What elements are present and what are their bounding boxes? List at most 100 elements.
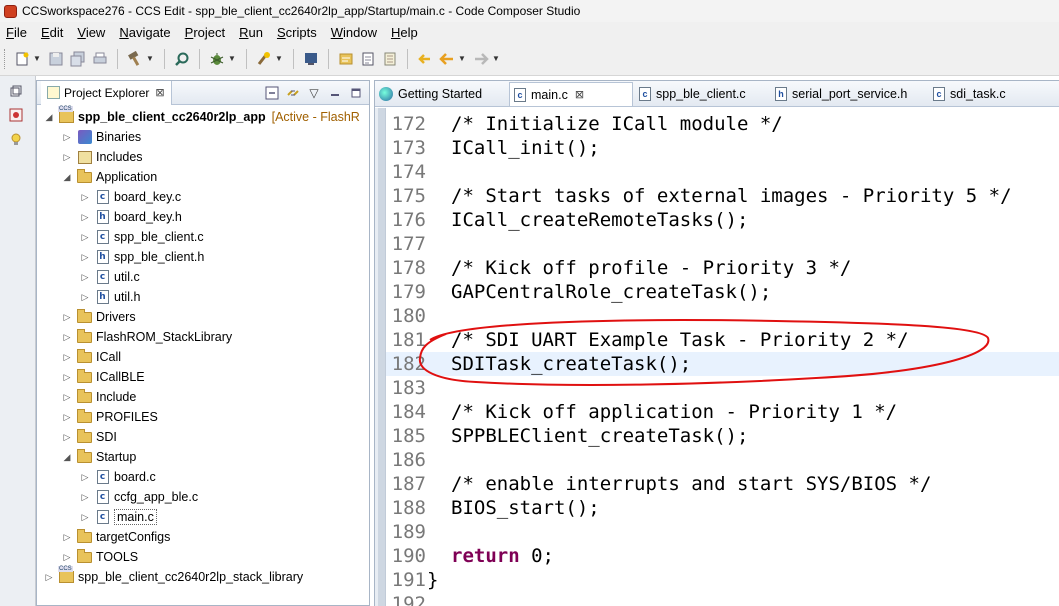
tree-item[interactable]: ▷ targetConfigs [61, 527, 170, 547]
maximize-icon[interactable] [347, 84, 365, 102]
tree-item[interactable]: ▷ c main.c [79, 507, 157, 527]
tree-item[interactable]: ▷ TOOLS [61, 547, 138, 567]
code-line[interactable]: 191} [386, 568, 1059, 592]
code-line[interactable]: 185 SPPBLEClient_createTask(); [386, 424, 1059, 448]
build-dropdown-icon[interactable]: ▼ [146, 54, 154, 63]
tree-item[interactable]: ▷ SDI [61, 427, 117, 447]
collapsed-arrow-icon[interactable]: ▷ [61, 352, 73, 363]
tree-item[interactable]: ▷ c ccfg_app_ble.c [79, 487, 198, 507]
menu-window[interactable]: Window [331, 25, 377, 40]
tree-item[interactable]: ▷ h spp_ble_client.h [79, 247, 204, 267]
code-line[interactable]: 184 /* Kick off application - Priority 1 … [386, 400, 1059, 424]
task-list-icon[interactable] [381, 50, 399, 68]
new-dropdown-icon[interactable]: ▼ [33, 54, 41, 63]
collapsed-arrow-icon[interactable]: ▷ [79, 192, 91, 203]
code-line[interactable]: 178 /* Kick off profile - Priority 3 */ [386, 256, 1059, 280]
close-icon[interactable]: ⊠ [575, 88, 584, 101]
collapsed-arrow-icon[interactable]: ▷ [61, 372, 73, 383]
code-line[interactable]: 174 [386, 160, 1059, 184]
save-icon[interactable] [47, 50, 65, 68]
collapsed-arrow-icon[interactable]: ▷ [61, 532, 73, 543]
tab-project-explorer[interactable]: Project Explorer ⊠ [41, 80, 172, 105]
new-icon[interactable] [13, 50, 31, 68]
collapsed-arrow-icon[interactable]: ▷ [79, 472, 91, 483]
open-resource-icon[interactable] [359, 50, 377, 68]
restore-icon[interactable] [7, 82, 25, 100]
menu-scripts[interactable]: Scripts [277, 25, 317, 40]
code-line[interactable]: 173 ICall_init(); [386, 136, 1059, 160]
code-line[interactable]: 190 return 0; [386, 544, 1059, 568]
flash-dropdown-icon[interactable]: ▼ [275, 54, 283, 63]
code-line[interactable]: 187 /* enable interrupts and start SYS/BI… [386, 472, 1059, 496]
code-line[interactable]: 186 [386, 448, 1059, 472]
menu-view[interactable]: View [77, 25, 105, 40]
tree-item[interactable]: ▷ Binaries [61, 127, 141, 147]
tree-item[interactable]: ▷ c board_key.c [79, 187, 181, 207]
debug-dropdown-icon[interactable]: ▼ [228, 54, 236, 63]
outline-view-icon[interactable] [7, 106, 25, 124]
close-icon[interactable]: ⊠ [155, 86, 164, 99]
back-dropdown-icon[interactable]: ▼ [458, 54, 466, 63]
collapsed-arrow-icon[interactable]: ▷ [61, 152, 73, 163]
menu-file[interactable]: File [6, 25, 27, 40]
collapsed-arrow-icon[interactable]: ▷ [61, 132, 73, 143]
code-line[interactable]: 179 GAPCentralRole_createTask(); [386, 280, 1059, 304]
back-arrow-icon[interactable] [438, 50, 456, 68]
lightbulb-icon[interactable] [7, 130, 25, 148]
tree-item[interactable]: ▷ c util.c [79, 267, 140, 287]
tree-item[interactable]: ▷ Includes [61, 147, 143, 167]
tree-item[interactable]: ▷ h util.h [79, 287, 140, 307]
code-line[interactable]: 188 BIOS_start(); [386, 496, 1059, 520]
code-line[interactable]: 192 [386, 592, 1059, 606]
menu-navigate[interactable]: Navigate [119, 25, 170, 40]
tab-main-c[interactable]: c main.c ⊠ [509, 82, 633, 106]
collapsed-arrow-icon[interactable]: ▷ [79, 292, 91, 303]
flash-tool-icon[interactable] [255, 50, 273, 68]
code-line[interactable]: 181 /* SDI UART Example Task - Priority 2… [386, 328, 1059, 352]
menu-project[interactable]: Project [185, 25, 225, 40]
tab-getting-started[interactable]: Getting Started [375, 82, 507, 106]
open-file-icon[interactable] [337, 50, 355, 68]
view-menu-icon[interactable]: ▽ [305, 84, 323, 102]
tree-item[interactable]: ◢ spp_ble_client_cc2640r2lp_app [Active - … [43, 106, 360, 127]
tree-item[interactable]: ▷ h board_key.h [79, 207, 182, 227]
tab-spp-ble-client-c[interactable]: c spp_ble_client.c [635, 82, 769, 106]
tree-item[interactable]: ▷ c spp_ble_client.c [79, 227, 204, 247]
expanded-arrow-icon[interactable]: ◢ [61, 452, 73, 463]
tree-item[interactable]: ▷ ICallBLE [61, 367, 145, 387]
collapsed-arrow-icon[interactable]: ▷ [61, 432, 73, 443]
console-icon[interactable] [302, 50, 320, 68]
collapsed-arrow-icon[interactable]: ▷ [61, 412, 73, 423]
tree-item[interactable]: ▷ FlashROM_StackLibrary [61, 327, 232, 347]
code-line[interactable]: 172 /* Initialize ICall module */ [386, 112, 1059, 136]
collapsed-arrow-icon[interactable]: ▷ [79, 272, 91, 283]
collapsed-arrow-icon[interactable]: ▷ [79, 252, 91, 263]
collapsed-arrow-icon[interactable]: ▷ [79, 512, 91, 523]
code-line[interactable]: 189 [386, 520, 1059, 544]
toolbar-grip[interactable] [4, 48, 7, 69]
expanded-arrow-icon[interactable]: ◢ [61, 172, 73, 183]
search-icon[interactable] [173, 50, 191, 68]
collapsed-arrow-icon[interactable]: ▷ [61, 552, 73, 563]
save-all-icon[interactable] [69, 50, 87, 68]
collapsed-arrow-icon[interactable]: ▷ [43, 572, 55, 583]
code-line[interactable]: 180 [386, 304, 1059, 328]
collapsed-arrow-icon[interactable]: ▷ [79, 232, 91, 243]
collapsed-arrow-icon[interactable]: ▷ [79, 492, 91, 503]
forward-dropdown-icon[interactable]: ▼ [492, 54, 500, 63]
collapsed-arrow-icon[interactable]: ▷ [61, 392, 73, 403]
code-line[interactable]: 176 ICall_createRemoteTasks(); [386, 208, 1059, 232]
tab-serial-port-service-h[interactable]: h serial_port_service.h [771, 82, 927, 106]
menu-run[interactable]: Run [239, 25, 263, 40]
last-edit-location-icon[interactable] [416, 50, 434, 68]
collapsed-arrow-icon[interactable]: ▷ [61, 332, 73, 343]
code-line[interactable]: 183 [386, 376, 1059, 400]
code-area[interactable]: 172 /* Initialize ICall module */ 173 ICall… [375, 108, 1059, 606]
tree-item[interactable]: ▷ spp_ble_client_cc2640r2lp_stack_library [43, 566, 303, 587]
build-hammer-icon[interactable] [126, 50, 144, 68]
forward-arrow-icon[interactable] [472, 50, 490, 68]
expanded-arrow-icon[interactable]: ◢ [43, 112, 55, 123]
tree-item[interactable]: ▷ Include [61, 387, 136, 407]
minimize-icon[interactable] [326, 84, 344, 102]
tree-item[interactable]: ◢ Startup [61, 447, 136, 467]
